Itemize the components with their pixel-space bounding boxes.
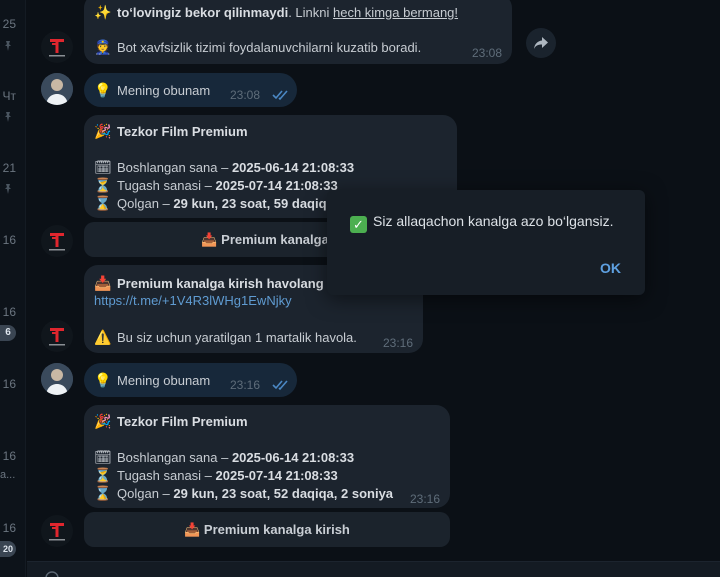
calendar-emoji-icon: 🗓 <box>94 159 112 175</box>
message-line: 💡 Mening obunam <box>94 82 211 98</box>
bulb-emoji-icon: 💡 <box>94 372 112 388</box>
bot-logo-icon <box>49 39 65 57</box>
star-emoji-icon: ✨ <box>94 4 112 20</box>
premium-channel-button[interactable]: 📥 Premium kanalga kirish <box>84 512 450 547</box>
inbox-emoji-icon: 📥 <box>94 275 112 291</box>
bot-avatar[interactable] <box>41 225 73 257</box>
chat-time: 16 <box>2 233 16 247</box>
user-photo-icon <box>41 363 73 395</box>
message-line: ⚠️ Bu siz uchun yaratilgan 1 martalik hav… <box>94 329 357 345</box>
pin-icon <box>5 41 11 51</box>
check-mark-icon: ✓ <box>350 216 367 233</box>
police-emoji-icon: 👮 <box>94 39 112 55</box>
share-button[interactable] <box>526 28 556 58</box>
message-composer[interactable] <box>27 561 720 577</box>
dialog-message-row: ✓ Siz allaqachon kanalga azo bo‘lgansiz. <box>350 213 614 233</box>
chat-time: 16 <box>2 449 16 463</box>
message-line: 🗓 Boshlangan sana – 2025-06-14 21:08:33 <box>94 449 355 465</box>
unread-badge: 20 <box>0 541 16 557</box>
hourglass-emoji-icon: ⌛ <box>94 485 112 501</box>
bot-logo-icon <box>49 328 65 346</box>
pin-icon <box>5 184 11 194</box>
message-line: https://t.me/+1V4R3lWHg1EwNjky <box>94 292 292 310</box>
inbox-emoji-icon: 📥 <box>184 522 201 537</box>
message-time: 23:16 <box>230 378 261 392</box>
party-emoji-icon: 🎉 <box>94 413 112 429</box>
message-line: ⌛ Qolgan – 29 kun, 23 soat, 52 daqiqa, 2 … <box>94 485 394 501</box>
message-line: 👮 Bot xavfsizlik tizimi foydalanuvchilarn… <box>94 39 422 55</box>
message-line: ⌛ Qolgan – 29 kun, 23 soat, 59 daqiq <box>94 195 327 211</box>
chat-time: 21 <box>2 161 16 175</box>
double-check-icon <box>272 90 288 101</box>
chat-time: Чт <box>2 89 17 103</box>
chat-snippet: a... <box>0 469 16 481</box>
bot-avatar[interactable] <box>41 515 73 547</box>
message-line: 💡 Mening obunam <box>94 372 211 388</box>
message-line: 🎉 Tezkor Film Premium <box>94 413 248 429</box>
chat-list-strip: 25 Чт 21 16 16 6 16 16 a... 16 20 <box>0 0 26 577</box>
message-bubble: ✨ to‘lovingiz bekor qilinmaydi. Linkni he… <box>84 0 512 64</box>
chat-time: 16 <box>2 521 16 535</box>
party-emoji-icon: 🎉 <box>94 123 112 139</box>
bot-logo-icon <box>49 523 65 541</box>
ok-button[interactable]: OK <box>600 260 621 276</box>
message-line: 🎉 Tezkor Film Premium <box>94 123 248 139</box>
inbox-emoji-icon: 📥 <box>201 232 218 247</box>
message-time: 23:08 <box>471 46 502 60</box>
message-time: 23:16 <box>409 492 440 506</box>
message-line: 🗓 Boshlangan sana – 2025-06-14 21:08:33 <box>94 159 355 175</box>
alert-dialog: ✓ Siz allaqachon kanalga azo bo‘lgansiz. … <box>327 190 645 295</box>
bot-logo-icon <box>49 233 65 251</box>
dialog-message: Siz allaqachon kanalga azo bo‘lgansiz. <box>373 213 614 229</box>
calendar-emoji-icon: 🗓 <box>94 449 112 465</box>
own-message-bubble: 💡 Mening obunam 23:16 <box>84 363 297 397</box>
own-message-bubble: 💡 Mening obunam 23:08 <box>84 73 297 107</box>
bot-avatar[interactable] <box>41 31 73 63</box>
inline-link[interactable]: hech kimga bermang! <box>333 5 458 20</box>
double-check-icon <box>272 380 288 391</box>
warning-emoji-icon: ⚠️ <box>94 329 112 345</box>
emoji-icon[interactable] <box>45 571 59 577</box>
user-avatar[interactable] <box>41 73 73 105</box>
unread-badge: 6 <box>0 325 16 341</box>
message-line: ⏳ Tugash sanasi – 2025-07-14 21:08:33 <box>94 467 338 483</box>
message-bubble: 🎉 Tezkor Film Premium 🗓 Boshlangan sana – … <box>84 405 450 508</box>
user-photo-icon <box>41 73 73 105</box>
chat-time: 16 <box>2 377 16 391</box>
chat-time: 25 <box>2 17 16 31</box>
message-time: 23:16 <box>382 336 413 350</box>
bot-avatar[interactable] <box>41 320 73 352</box>
hourglass-emoji-icon: ⏳ <box>94 467 112 483</box>
hourglass-emoji-icon: ⌛ <box>94 195 112 211</box>
message-line: ⏳ Tugash sanasi – 2025-07-14 21:08:33 <box>94 177 338 193</box>
hourglass-emoji-icon: ⏳ <box>94 177 112 193</box>
invite-link[interactable]: https://t.me/+1V4R3lWHg1EwNjky <box>94 293 292 308</box>
message-line: ✨ to‘lovingiz bekor qilinmaydi. Linkni he… <box>94 4 459 20</box>
share-arrow-icon <box>534 37 548 49</box>
chat-time: 16 <box>2 305 16 319</box>
pin-icon <box>5 112 11 122</box>
message-line: 📥 Premium kanalga kirish havolang <box>94 275 324 291</box>
message-time: 23:08 <box>230 88 261 102</box>
bulb-emoji-icon: 💡 <box>94 82 112 98</box>
user-avatar[interactable] <box>41 363 73 395</box>
